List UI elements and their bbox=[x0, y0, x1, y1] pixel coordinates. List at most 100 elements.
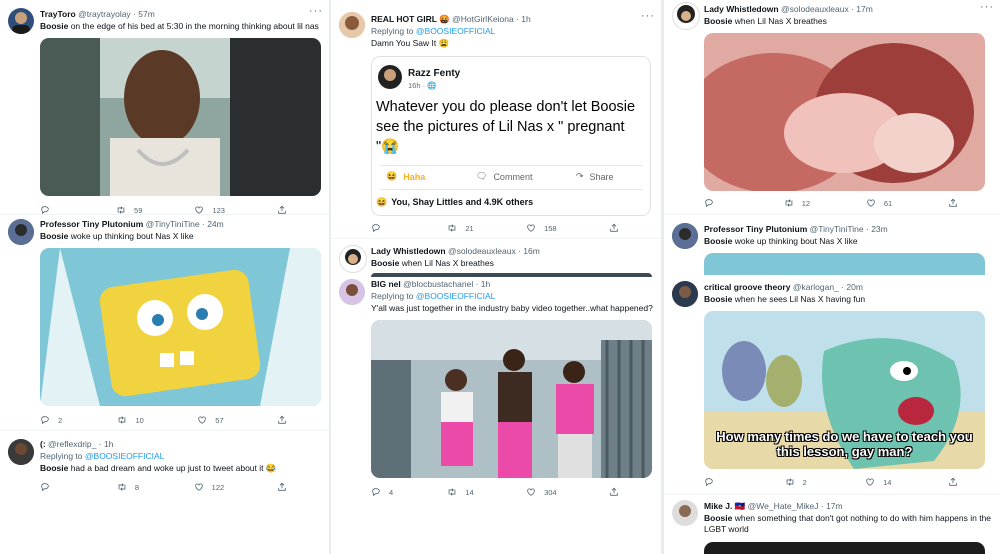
tweet-image-closeup[interactable] bbox=[704, 33, 985, 191]
share-button[interactable] bbox=[277, 414, 301, 426]
facebook-screenshot[interactable]: Razz Fenty 16h · 🌐 Whatever you do pleas… bbox=[371, 56, 651, 216]
replying-to-link[interactable]: @BOOSIEOFFICIAL bbox=[416, 26, 495, 36]
tweet-blocbustachanel[interactable]: BIG nel @blocbustachanel · 1h Replying t… bbox=[331, 277, 661, 554]
like-button[interactable]: 158 bbox=[526, 222, 557, 234]
retweet-button[interactable]: 14 bbox=[447, 486, 474, 498]
avatar[interactable] bbox=[672, 2, 700, 30]
display-name[interactable]: REAL HOT GIRL 🤬 bbox=[371, 14, 450, 24]
like-button[interactable]: 57 bbox=[197, 414, 224, 426]
fb-reactions-summary[interactable]: 😆 You, Shay Littles and 4.9K others bbox=[376, 197, 533, 208]
display-name[interactable]: critical groove theory bbox=[704, 282, 790, 292]
like-button[interactable]: 122 bbox=[194, 481, 224, 493]
retweet-count: 2 bbox=[802, 477, 807, 487]
handle[interactable]: @solodeauxleaux bbox=[781, 4, 849, 14]
avatar[interactable] bbox=[339, 12, 365, 38]
more-icon[interactable]: ··· bbox=[309, 5, 323, 17]
timestamp[interactable]: · 57m bbox=[133, 9, 155, 19]
tweet-image-car-selfie[interactable] bbox=[40, 38, 321, 196]
tweet-we-hate-mikej[interactable]: Mike J. 🇭🇹 @We_Hate_MikeJ · 17m Boosie w… bbox=[664, 495, 1000, 554]
feed-column-1: TrayToro @traytrayolay · 57m ··· Boosie … bbox=[0, 0, 329, 554]
tweet-karlogan[interactable]: critical groove theory @karlogan_ · 20m … bbox=[664, 275, 1000, 495]
fb-share-button[interactable]: ↷ Share bbox=[576, 171, 614, 182]
share-button[interactable] bbox=[948, 476, 972, 488]
display-name[interactable]: Mike J. 🇭🇹 bbox=[704, 501, 745, 511]
avatar[interactable] bbox=[339, 245, 367, 273]
replying-to-link[interactable]: @BOOSIEOFFICIAL bbox=[85, 451, 164, 461]
tweet-tiny-plutonium[interactable]: Professor Tiny Plutonium @TinyTiniTine ·… bbox=[0, 215, 329, 430]
like-button[interactable]: 14 bbox=[865, 476, 891, 488]
fb-post-text: Whatever you do please don't let Boosie … bbox=[376, 99, 636, 155]
reply-button[interactable] bbox=[371, 222, 395, 234]
handle[interactable]: @traytrayolay bbox=[78, 9, 131, 19]
share-button[interactable] bbox=[948, 197, 972, 209]
handle[interactable]: @HotGirlKeiona bbox=[452, 14, 514, 24]
display-name[interactable]: Professor Tiny Plutonium bbox=[40, 219, 143, 229]
tweet-image-industry-baby[interactable] bbox=[371, 320, 652, 478]
display-name[interactable]: (: bbox=[40, 439, 46, 449]
tweet-tiny-plutonium-partial[interactable]: Professor Tiny Plutonium @TinyTiniTine ·… bbox=[664, 215, 1000, 275]
retweet-button[interactable]: 2 bbox=[785, 476, 809, 488]
avatar[interactable] bbox=[672, 223, 698, 249]
like-button[interactable]: 61 bbox=[866, 197, 892, 209]
tweet-body: woke up thinking bout Nas X like bbox=[732, 236, 858, 246]
tweet-actions: 8 122 bbox=[40, 481, 301, 493]
avatar[interactable] bbox=[672, 281, 698, 307]
more-icon[interactable]: ··· bbox=[980, 1, 994, 13]
tweet-hotgirlkeiona[interactable]: REAL HOT GIRL 🤬 @HotGirlKeiona · 1h ··· … bbox=[331, 0, 661, 238]
reply-count: 4 bbox=[389, 487, 394, 497]
handle[interactable]: @karlogan_ bbox=[793, 282, 839, 292]
timestamp[interactable]: · 1h bbox=[516, 14, 531, 24]
handle[interactable]: @reflexdrip_ bbox=[48, 439, 96, 449]
avatar[interactable] bbox=[672, 500, 698, 526]
reply-button[interactable]: 2 bbox=[40, 414, 64, 426]
tweet-text: Boosie when Lil Nas X breathes bbox=[704, 16, 992, 27]
retweet-button[interactable]: 21 bbox=[447, 222, 474, 234]
like-count: 158 bbox=[544, 223, 557, 233]
handle[interactable]: @TinyTiniTine bbox=[146, 219, 200, 229]
tweet-traytoro[interactable]: TrayToro @traytrayolay · 57m ··· Boosie … bbox=[0, 0, 329, 215]
reply-button[interactable] bbox=[704, 197, 728, 209]
timestamp[interactable]: · 16m bbox=[518, 246, 540, 256]
tweet-lady-whistledown-partial[interactable]: Lady Whistledown @solodeauxleaux · 16m B… bbox=[331, 239, 661, 277]
avatar[interactable] bbox=[8, 219, 34, 245]
reply-button[interactable] bbox=[704, 476, 728, 488]
display-name[interactable]: Lady Whistledown bbox=[704, 4, 779, 14]
timestamp[interactable]: · 17m bbox=[851, 4, 873, 14]
heart-icon bbox=[866, 198, 876, 208]
handle[interactable]: @blocbustachanel bbox=[403, 279, 473, 289]
display-name[interactable]: Professor Tiny Plutonium bbox=[704, 224, 807, 234]
display-name[interactable]: BIG nel bbox=[371, 279, 401, 289]
handle[interactable]: @solodeauxleaux bbox=[448, 246, 516, 256]
tweet-lady-whistledown[interactable]: Lady Whistledown @solodeauxleaux · 17m ·… bbox=[664, 0, 1000, 213]
retweet-button[interactable]: 12 bbox=[784, 197, 810, 209]
retweet-button[interactable]: 8 bbox=[117, 481, 141, 493]
meme-caption: How many times do we have to teach you t… bbox=[716, 429, 973, 459]
timestamp[interactable]: · 20m bbox=[841, 282, 863, 292]
tweet-image-fish-meme[interactable]: How many times do we have to teach you t… bbox=[704, 311, 985, 469]
fb-comment-button[interactable]: 🗨 Comment bbox=[476, 171, 532, 182]
retweet-button[interactable]: 10 bbox=[117, 414, 144, 426]
tweet-image-spongebob[interactable] bbox=[40, 248, 321, 406]
share-button[interactable] bbox=[609, 222, 633, 234]
reply-button[interactable]: 4 bbox=[371, 486, 395, 498]
more-icon[interactable]: ··· bbox=[641, 10, 655, 22]
tweet-reflexdrip[interactable]: (: @reflexdrip_ · 1h Replying to @BOOSIE… bbox=[0, 431, 329, 554]
display-name[interactable]: Lady Whistledown bbox=[371, 246, 446, 256]
avatar[interactable] bbox=[339, 279, 365, 305]
timestamp[interactable]: · 1h bbox=[476, 279, 491, 289]
handle[interactable]: @We_Hate_MikeJ bbox=[748, 501, 819, 511]
timestamp[interactable]: · 17m bbox=[821, 501, 843, 511]
reply-button[interactable] bbox=[40, 481, 64, 493]
share-button[interactable] bbox=[277, 481, 301, 493]
timestamp[interactable]: · 23m bbox=[866, 224, 888, 234]
avatar[interactable] bbox=[8, 8, 34, 34]
share-button[interactable] bbox=[609, 486, 633, 498]
handle[interactable]: @TinyTiniTine bbox=[810, 224, 864, 234]
display-name[interactable]: TrayToro bbox=[40, 9, 76, 19]
timestamp[interactable]: · 1h bbox=[99, 439, 114, 449]
like-button[interactable]: 304 bbox=[526, 486, 557, 498]
timestamp[interactable]: · 24m bbox=[202, 219, 224, 229]
avatar[interactable] bbox=[8, 439, 34, 465]
replying-to-link[interactable]: @BOOSIEOFFICIAL bbox=[416, 291, 495, 301]
fb-haha-button[interactable]: 😆 Haha bbox=[386, 171, 425, 182]
